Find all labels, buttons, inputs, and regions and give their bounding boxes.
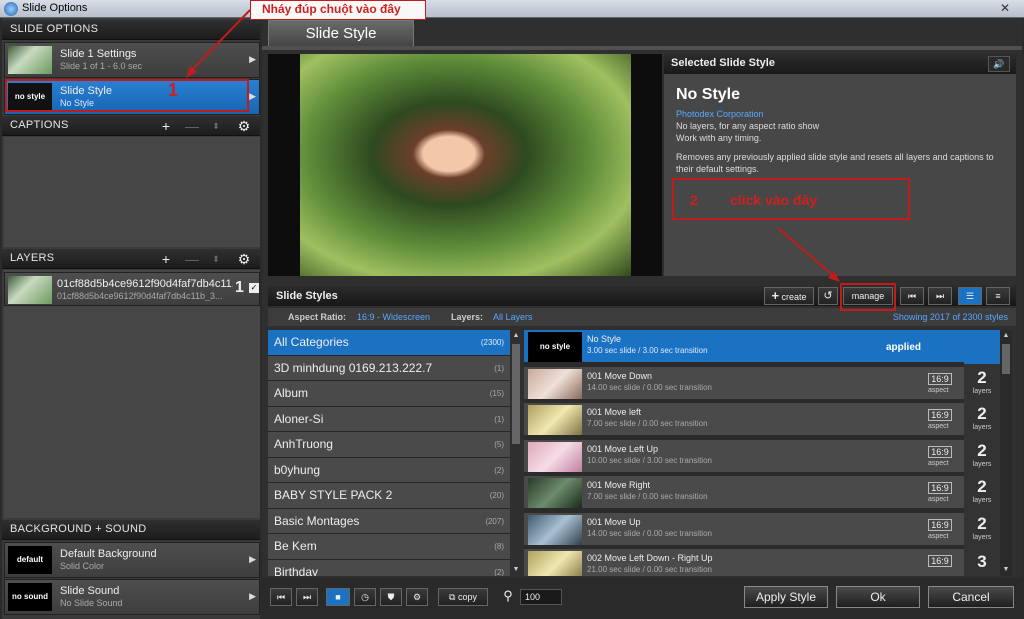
- annotation-arrow-two: [777, 227, 837, 279]
- annotation-arrow-one: [189, 9, 251, 73]
- annotation-arrows: [186, 9, 840, 282]
